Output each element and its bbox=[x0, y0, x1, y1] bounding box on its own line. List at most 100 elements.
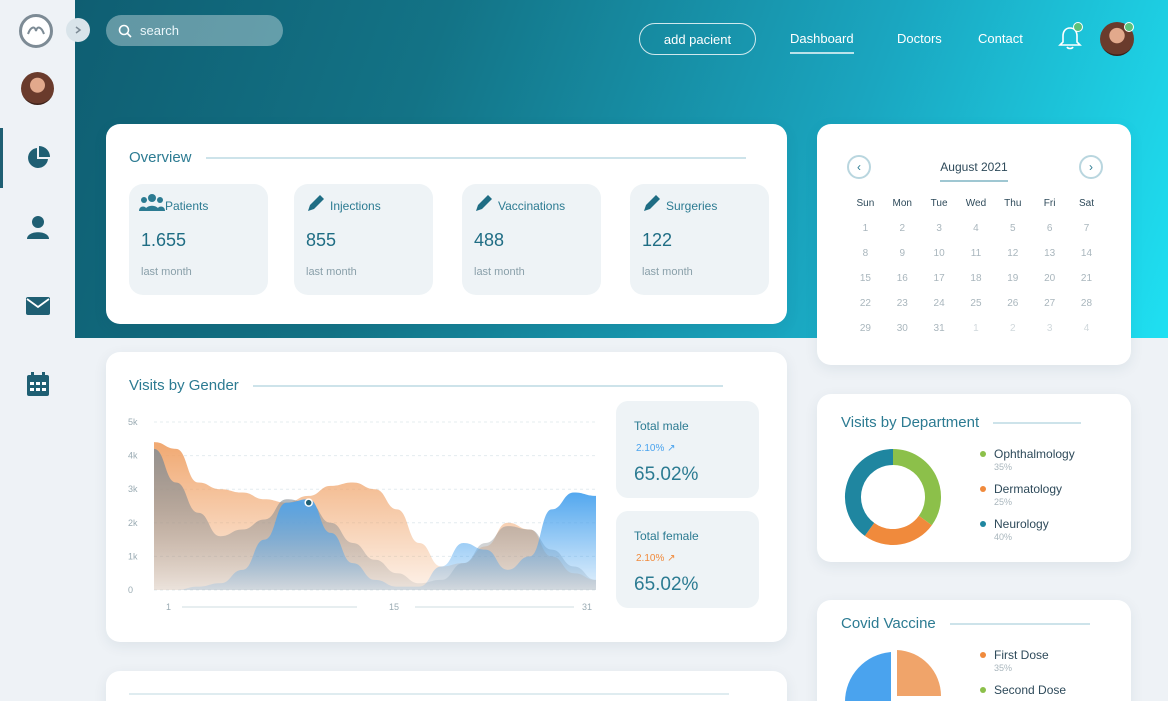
male-change: 2.10% ↗ bbox=[636, 443, 676, 454]
calendar-day[interactable]: 27 bbox=[1031, 298, 1068, 323]
calendar-day[interactable]: 15 bbox=[847, 273, 884, 298]
calendar-day[interactable]: 23 bbox=[884, 298, 921, 323]
nav-contact[interactable]: Contact bbox=[978, 31, 1023, 46]
chevron-right-icon bbox=[75, 26, 82, 34]
female-change: 2.10% ↗ bbox=[636, 553, 676, 564]
mail-icon bbox=[25, 297, 50, 315]
calendar-day[interactable]: 31 bbox=[921, 323, 958, 348]
calendar-day-next-month[interactable]: 4 bbox=[1068, 323, 1105, 348]
overview-card: Overview Patients 1.655 last month Injec… bbox=[106, 124, 787, 324]
stat-patients[interactable]: Patients 1.655 last month bbox=[129, 184, 268, 295]
calendar-icon bbox=[26, 372, 49, 396]
legend-second-dose: Second Dose bbox=[980, 683, 1066, 697]
overview-title: Overview bbox=[129, 149, 746, 166]
covid-pie-chart bbox=[845, 650, 941, 701]
calendar-day[interactable]: 16 bbox=[884, 273, 921, 298]
stat-vaccinations[interactable]: Vaccinations 488 last month bbox=[462, 184, 601, 295]
calendar-day[interactable]: 30 bbox=[884, 323, 921, 348]
weekday-label: Tue bbox=[930, 198, 948, 209]
total-male-card[interactable]: Total male 2.10% ↗ 65.02% bbox=[616, 401, 759, 498]
calendar-day[interactable]: 6 bbox=[1031, 223, 1068, 248]
calendar-day-next-month[interactable]: 2 bbox=[994, 323, 1031, 348]
visits-by-age-card bbox=[106, 671, 787, 701]
weekday-label: Sat bbox=[1078, 198, 1094, 209]
calendar-day-next-month[interactable]: 1 bbox=[958, 323, 995, 348]
calendar-week-row: 8 9 10 11 12 13 14 bbox=[847, 248, 1105, 273]
search-icon bbox=[118, 24, 132, 38]
calendar-day[interactable]: 5 bbox=[994, 223, 1031, 248]
donut-slice-ophthalmology[interactable] bbox=[892, 449, 941, 526]
covid-legend: First Dose 35% Second Dose bbox=[980, 648, 1066, 701]
donut-slice-neurology[interactable] bbox=[845, 449, 894, 536]
logo-icon[interactable] bbox=[19, 14, 53, 48]
legend-neurology: Neurology 40% bbox=[980, 517, 1075, 542]
nav-doctors[interactable]: Doctors bbox=[897, 31, 942, 46]
x-tick-label: 1 bbox=[166, 602, 171, 612]
visits-gender-title: Visits by Gender bbox=[129, 377, 723, 394]
sidebar-item-calendar[interactable] bbox=[0, 364, 75, 404]
calendar-day[interactable]: 10 bbox=[921, 248, 958, 273]
legend-ophthalmology: Ophthalmology 35% bbox=[980, 447, 1075, 472]
pencil-icon bbox=[644, 195, 660, 211]
nav-dashboard[interactable]: Dashboard bbox=[790, 31, 854, 54]
calendar-day[interactable]: 26 bbox=[994, 298, 1031, 323]
calendar-day[interactable]: 21 bbox=[1068, 273, 1105, 298]
search-input[interactable] bbox=[140, 23, 260, 38]
calendar-grid: Sun Mon Tue Wed Thu Fri Sat 1 2 3 4 5 6 … bbox=[847, 198, 1105, 348]
y-tick-label: 1k bbox=[128, 551, 138, 561]
pie-slice-blue bbox=[845, 652, 891, 701]
calendar-day[interactable]: 19 bbox=[994, 273, 1031, 298]
calendar-day[interactable]: 24 bbox=[921, 298, 958, 323]
sidebar-item-messages[interactable] bbox=[0, 286, 75, 326]
calendar-next-button[interactable]: › bbox=[1079, 155, 1103, 179]
calendar-day[interactable]: 9 bbox=[884, 248, 921, 273]
weekday-label: Wed bbox=[965, 198, 987, 209]
calendar-day[interactable]: 3 bbox=[921, 223, 958, 248]
sidebar-item-dashboard[interactable] bbox=[0, 128, 75, 188]
sidebar bbox=[0, 0, 90, 701]
pie-slice-first-dose bbox=[897, 650, 941, 696]
bottom-card-title-line bbox=[129, 693, 729, 695]
legend-first-dose: First Dose 35% bbox=[980, 648, 1066, 673]
total-female-card[interactable]: Total female 2.10% ↗ 65.02% bbox=[616, 511, 759, 608]
calendar-week-row: 22 23 24 25 26 27 28 bbox=[847, 298, 1105, 323]
calendar-day[interactable]: 25 bbox=[958, 298, 995, 323]
department-title: Visits by Department bbox=[841, 414, 1082, 431]
department-donut-chart bbox=[845, 449, 941, 545]
donut-slice-dermatology[interactable] bbox=[864, 515, 932, 545]
calendar-day[interactable]: 29 bbox=[847, 323, 884, 348]
calendar-day[interactable]: 7 bbox=[1068, 223, 1105, 248]
calendar-day[interactable]: 2 bbox=[884, 223, 921, 248]
calendar-day[interactable]: 4 bbox=[958, 223, 995, 248]
x-tick-label: 15 bbox=[389, 602, 399, 612]
y-tick-label: 4k bbox=[128, 451, 138, 461]
calendar-week-row: 15 16 17 18 19 20 21 bbox=[847, 273, 1105, 298]
notification-badge bbox=[1073, 22, 1083, 32]
user-icon bbox=[26, 216, 49, 239]
stat-injections[interactable]: Injections 855 last month bbox=[294, 184, 433, 295]
hover-point[interactable] bbox=[304, 498, 313, 507]
calendar-day[interactable]: 1 bbox=[847, 223, 884, 248]
calendar-day[interactable]: 11 bbox=[958, 248, 995, 273]
calendar-day-next-month[interactable]: 3 bbox=[1031, 323, 1068, 348]
search-bar[interactable] bbox=[106, 15, 283, 46]
weekday-label: Fri bbox=[1043, 198, 1056, 209]
sidebar-toggle-button[interactable] bbox=[66, 18, 90, 42]
calendar-day[interactable]: 12 bbox=[994, 248, 1031, 273]
visits-area-chart: 0 1k 2k 3k 4k 5k 1 15 31 bbox=[128, 417, 596, 612]
pencil-icon bbox=[308, 195, 324, 211]
stat-surgeries[interactable]: Surgeries 122 last month bbox=[630, 184, 769, 295]
calendar-day[interactable]: 14 bbox=[1068, 248, 1105, 273]
y-tick-label: 2k bbox=[128, 518, 138, 528]
calendar-day[interactable]: 18 bbox=[958, 273, 995, 298]
calendar-day[interactable]: 13 bbox=[1031, 248, 1068, 273]
calendar-day[interactable]: 22 bbox=[847, 298, 884, 323]
x-tick-label: 31 bbox=[582, 602, 592, 612]
sidebar-item-patients[interactable] bbox=[0, 207, 75, 247]
calendar-day[interactable]: 8 bbox=[847, 248, 884, 273]
add-patient-button[interactable]: add pacient bbox=[639, 23, 756, 55]
calendar-day[interactable]: 17 bbox=[921, 273, 958, 298]
sidebar-avatar[interactable] bbox=[21, 72, 54, 105]
calendar-day[interactable]: 20 bbox=[1031, 273, 1068, 298]
calendar-day[interactable]: 28 bbox=[1068, 298, 1105, 323]
